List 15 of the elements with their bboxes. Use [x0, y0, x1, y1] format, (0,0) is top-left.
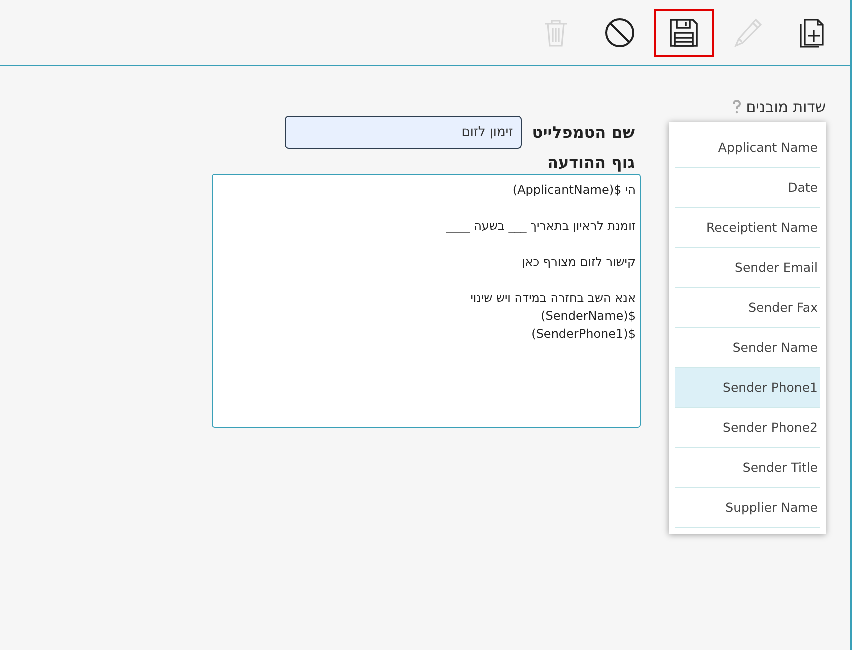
template-name-field[interactable]: זימון לזום [285, 116, 522, 149]
body-text-line: $(SenderPhone1) [530, 326, 636, 343]
body-text-line: קישור לזום מצורף כאן [520, 254, 636, 271]
field-item[interactable]: Sender Phone1 [675, 368, 820, 408]
body-text-line: $(SenderName) [540, 308, 636, 325]
template-name-label: שם הטמפלייט [532, 123, 635, 142]
body-text-line: זומנת לראיון בתאריך ___ בשעה ____ [445, 218, 636, 235]
save-button[interactable] [654, 8, 714, 56]
pencil-icon [732, 16, 764, 48]
cancel-icon [604, 16, 636, 48]
body-text-line: הי $(ApplicantName) [512, 182, 636, 199]
panel-title: שדות מובנים [746, 98, 826, 116]
save-icon [668, 16, 700, 48]
body-text-line: אנא השב בחזרה במידה ויש שינוי [470, 290, 636, 307]
message-body-label: גוף ההודעה [546, 153, 636, 172]
